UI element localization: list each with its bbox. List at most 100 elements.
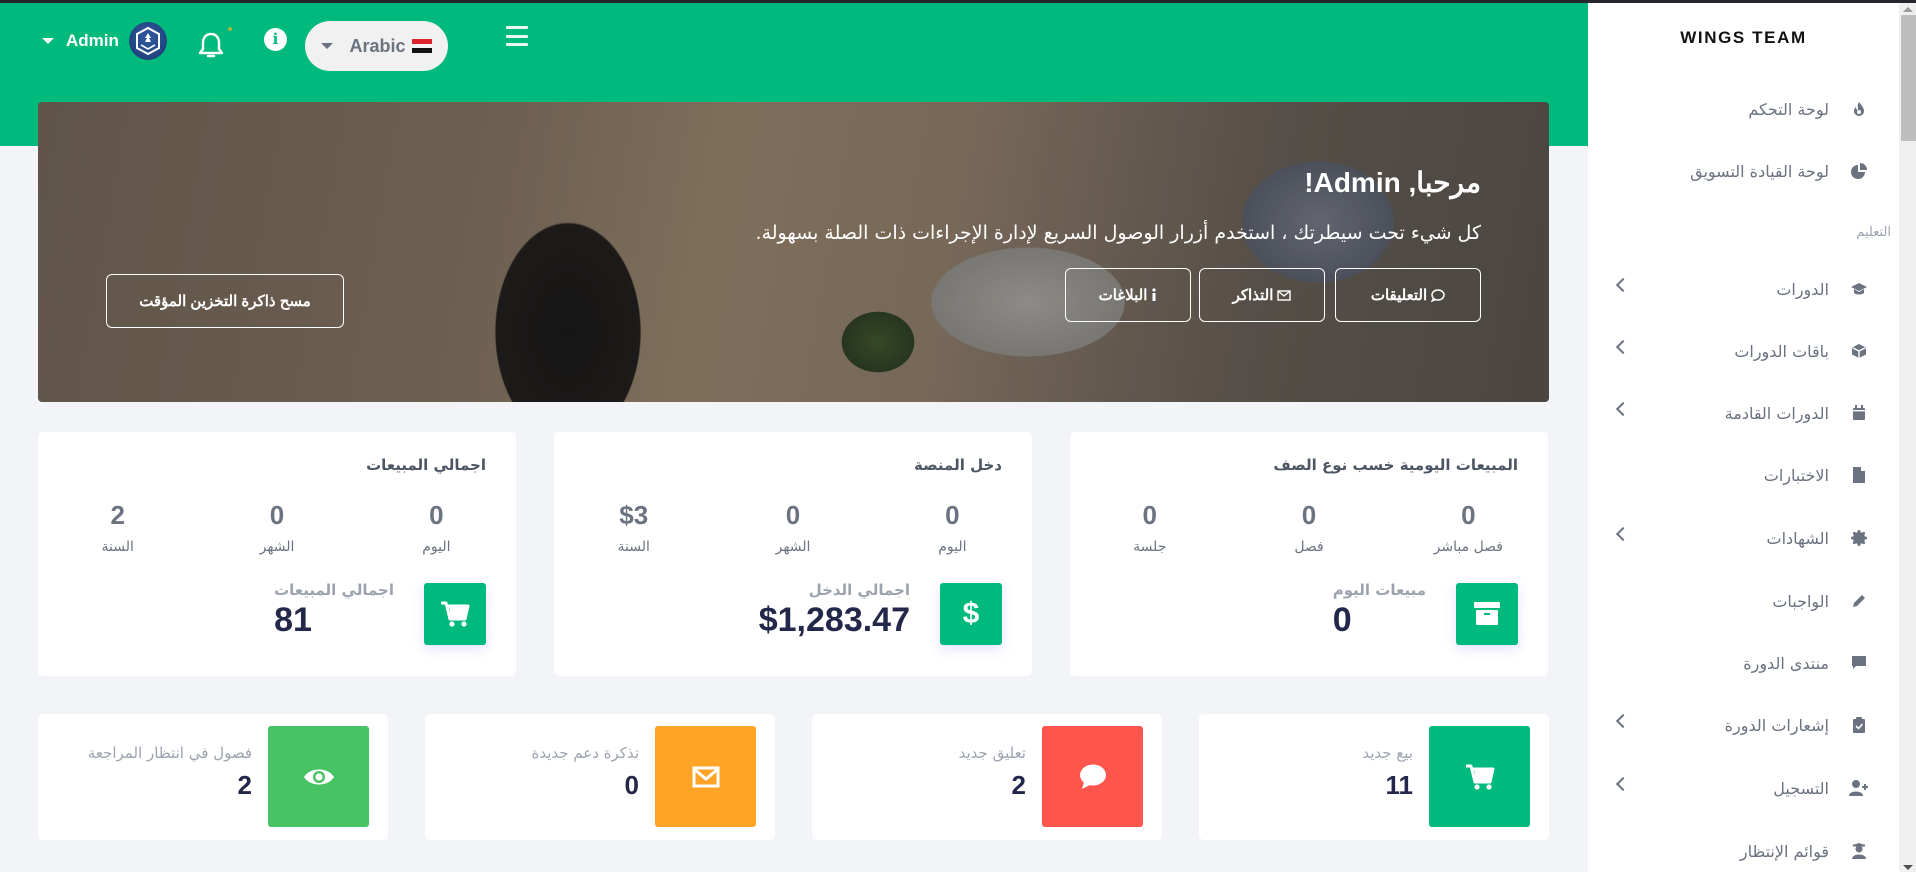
chevron-left-icon[interactable]	[1615, 776, 1631, 792]
reports-button[interactable]: البلاغات	[1065, 268, 1191, 322]
mini-card-label: تذكرة دعم جديدة	[531, 744, 639, 762]
stat-label: جلسة	[1133, 539, 1167, 555]
chevron-left-icon[interactable]	[1615, 401, 1631, 417]
chevron-left-icon[interactable]	[1615, 339, 1631, 355]
user-name: Admin	[66, 31, 119, 50]
clear-cache-button[interactable]: مسح ذاكرة التخزين المؤقت	[106, 274, 344, 328]
fire-icon	[1849, 99, 1869, 119]
sidebar-item[interactable]: باقات الدورات	[1615, 333, 1869, 369]
sidebar-item[interactable]: قوائم الإنتظار	[1618, 833, 1869, 869]
welcome-banner: مرحبا, Admin! كل شيء تحت سيطرتك ، استخدم…	[38, 102, 1549, 402]
stat-value: 0	[1301, 500, 1317, 530]
user-graduate-icon	[1849, 841, 1869, 861]
sidebar-item[interactable]: الدورات	[1615, 271, 1869, 307]
new-comment-card[interactable]: تعليق جديد 2	[812, 714, 1162, 840]
stat-cell: 0 فصل	[1229, 500, 1388, 555]
stat-value: 0	[785, 500, 801, 530]
mini-card-label: فصول في انتظار المراجعة	[87, 744, 252, 762]
brand-name[interactable]: WINGS TEAM	[1588, 28, 1899, 48]
graduation-cap-icon	[1849, 279, 1869, 299]
stat-cell: 0 الشهر	[197, 500, 356, 555]
stat-cell: 0 الشهر	[713, 500, 872, 555]
new-sale-card[interactable]: بيع جديد 11	[1199, 714, 1549, 840]
stat-cell: 2 السنة	[38, 500, 197, 555]
tickets-button-label: التذاكر	[1232, 287, 1274, 304]
stat-label: اليوم	[938, 539, 967, 555]
scroll-up-arrow[interactable]	[1903, 7, 1913, 12]
comment-icon	[1042, 726, 1143, 827]
comment-alt-icon	[1849, 653, 1869, 673]
chevron-left-icon[interactable]	[1615, 526, 1631, 542]
scrollbar[interactable]	[1899, 3, 1916, 872]
mini-card-value: 11	[1385, 770, 1414, 800]
notification-dot	[228, 27, 232, 31]
stat-cell: 0 اليوم	[873, 500, 1032, 555]
card-title: دخل المنصة	[914, 456, 1002, 474]
sidebar-item[interactable]: منتدى الدورة	[1618, 645, 1869, 681]
sidebar-item-label: التسجيل	[1773, 778, 1829, 798]
sidebar-item[interactable]: الشهادات	[1615, 520, 1869, 556]
stat-label: اليوم	[422, 539, 451, 555]
classes-pending-review-card[interactable]: فصول في انتظار المراجعة 2	[38, 714, 388, 840]
envelope-icon	[1277, 289, 1292, 301]
hamburger-icon[interactable]	[506, 26, 528, 46]
sidebar-item-label: لوحة القيادة التسويق	[1690, 161, 1829, 181]
chart-pie-icon	[1849, 161, 1869, 181]
chevron-left-icon[interactable]	[1615, 277, 1631, 293]
sidebar-item-label: منتدى الدورة	[1743, 653, 1829, 673]
sidebar-item-label: الدورات القادمة	[1724, 403, 1829, 423]
sidebar-item[interactable]: إشعارات الدورة	[1615, 707, 1869, 743]
dollar-icon: $	[940, 583, 1002, 645]
comments-button[interactable]: التعليقات	[1335, 268, 1481, 322]
mini-card-label: تعليق جديد	[958, 744, 1026, 762]
sidebar-item[interactable]: الدورات القادمة	[1615, 395, 1869, 431]
mini-card-value: 2	[1011, 770, 1026, 800]
summary-value: $1,283.47	[758, 601, 910, 639]
egypt-flag-icon	[411, 39, 432, 54]
scroll-down-arrow[interactable]	[1903, 865, 1913, 870]
comment-icon	[1431, 288, 1445, 302]
total-sales-card: اجمالي المبيعات 0 اليوم 0 الشهر 2 السنة اجم…	[38, 432, 516, 676]
caret-down-icon	[321, 43, 334, 49]
notifications-button[interactable]	[198, 27, 232, 60]
user-menu[interactable]: Admin	[42, 22, 167, 60]
card-title: المبيعات اليومية خسب نوع الصف	[1273, 456, 1518, 474]
sidebar-item[interactable]: لوحة التحكم	[1618, 91, 1869, 127]
mini-card-value: 0	[624, 770, 639, 800]
language-selector[interactable]: Arabic	[305, 21, 448, 71]
stat-cell: 0 اليوم	[357, 500, 516, 555]
mini-card-label: بيع جديد	[1362, 744, 1413, 762]
envelope-icon	[655, 726, 756, 827]
info-icon[interactable]: i	[264, 28, 287, 51]
user-plus-icon	[1849, 778, 1869, 798]
stat-cell: 0 فصل مباشر	[1389, 500, 1548, 555]
stat-value: 0	[1142, 500, 1157, 530]
stat-value: 0	[269, 500, 285, 530]
sidebar-item-label: إشعارات الدورة	[1724, 715, 1829, 735]
sidebar-item[interactable]: لوحة القيادة التسويق	[1618, 153, 1869, 189]
stat-value: 0	[1461, 500, 1476, 530]
stat-value: $3	[619, 500, 649, 530]
stat-value: 0	[429, 500, 444, 530]
window-top-edge	[0, 0, 1916, 3]
box-icon	[1849, 341, 1869, 361]
stat-label: فصل	[1294, 539, 1324, 555]
info-icon	[1152, 288, 1156, 301]
scrollbar-thumb[interactable]	[1901, 15, 1916, 141]
sidebar-item[interactable]: الاختبارات	[1618, 457, 1869, 493]
cart-icon	[1429, 726, 1530, 827]
stat-label: الشهر	[259, 539, 295, 555]
welcome-subtitle: كل شيء تحت سيطرتك ، استخدم أزرار الوصول …	[755, 222, 1481, 244]
summary-value: 0	[1332, 601, 1352, 639]
eye-icon	[268, 726, 369, 827]
sidebar-item-label: الشهادات	[1766, 528, 1829, 548]
new-support-ticket-card[interactable]: تذكرة دعم جديدة 0	[425, 714, 775, 840]
sidebar-item-label: الواجبات	[1772, 591, 1829, 611]
chevron-left-icon[interactable]	[1615, 713, 1631, 729]
stat-value: 0	[945, 500, 960, 530]
sidebar-item[interactable]: التسجيل	[1615, 770, 1869, 806]
tickets-button[interactable]: التذاكر	[1199, 268, 1325, 322]
sidebar-item-label: قوائم الإنتظار	[1739, 841, 1829, 861]
sidebar-item[interactable]: الواجبات	[1618, 583, 1869, 619]
stat-label: السنة	[101, 539, 134, 555]
